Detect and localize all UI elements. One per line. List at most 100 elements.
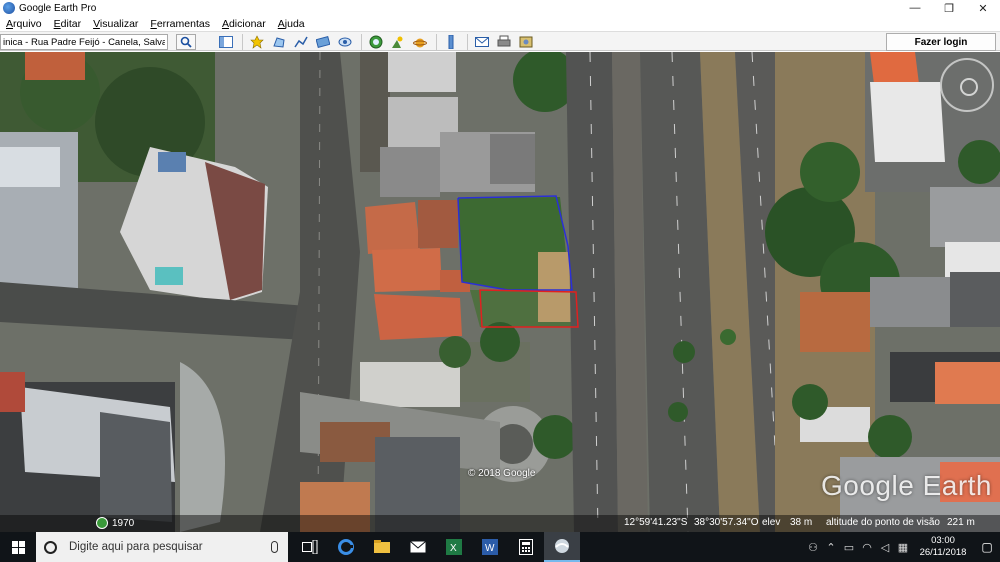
minimize-button[interactable]: — [898,0,932,16]
window-controls: — ❐ ✕ [898,0,1000,16]
elevation-label: elev [762,517,781,528]
map-copyright: © 2018 Google [468,468,536,479]
path-icon [294,36,308,48]
toolbar-separator [361,34,362,50]
show-hidden-icons-chevron-icon[interactable]: ⌃ [822,541,840,554]
ruler-button[interactable] [441,34,461,50]
imagery-date[interactable]: 1970 [96,517,134,529]
login-button[interactable]: Fazer login [886,33,996,51]
windows-taskbar: Digite aqui para pesquisar X W ⚇ ⌃ ▭ ◠ ◁… [0,532,1000,562]
mail-icon [410,541,426,553]
system-tray: ⚇ ⌃ ▭ ◠ ◁ ▦ 03:00 26/11/2018 ▢ [804,532,1000,562]
volume-icon[interactable]: ◁ [876,541,894,554]
cortana-icon [44,540,57,554]
add-placemark-button[interactable] [247,34,267,50]
menu-arquivo[interactable]: Arquivo [6,18,42,30]
latitude-readout: 12°59'41.23"S [624,517,688,528]
toolbar: Fazer login [0,31,1000,51]
google-earth-icon [555,539,569,553]
menu-bar: Arquivo Editar Visualizar Ferramentas Ad… [0,16,1000,31]
menu-editar[interactable]: Editar [54,18,81,30]
add-image-overlay-button[interactable] [313,34,333,50]
calculator-icon [519,539,533,555]
task-view-icon [302,540,318,554]
planet-icon [413,38,427,48]
keyboard-icon[interactable]: ▦ [894,541,912,554]
longitude-readout: 38°30'57.34"O [694,517,759,528]
menu-ferramentas[interactable]: Ferramentas [150,18,210,30]
excel-icon: X [446,539,462,555]
google-earth-logo: Google Earth [821,470,992,501]
email-icon [475,37,489,47]
search-icon [180,36,192,48]
task-view-button[interactable] [292,532,328,562]
people-icon[interactable]: ⚇ [804,541,822,554]
menu-adicionar[interactable]: Adicionar [222,18,266,30]
calculator-button[interactable] [508,532,544,562]
folder-icon [374,540,390,553]
clock-time: 03:00 [931,535,955,546]
close-button[interactable]: ✕ [966,0,1000,16]
title-bar: Google Earth Pro — ❐ ✕ [0,0,1000,16]
edge-button[interactable] [328,532,364,562]
windows-logo-icon [11,540,25,554]
toolbar-separator [467,34,468,50]
map-view[interactable]: © 2018 Google Google Earth 1970 12°59'41… [0,52,1000,532]
add-path-button[interactable] [291,34,311,50]
imagery-year: 1970 [112,517,135,529]
search-input[interactable] [0,34,168,50]
edge-icon [338,539,354,555]
placemark-icon [250,35,264,49]
window-title: Google Earth Pro [19,2,97,14]
ruler-icon [448,35,454,49]
toolbar-separator [436,34,437,50]
taskbar-apps: X W [292,532,580,562]
satellite-imagery[interactable] [0,52,1000,532]
google-earth-app-icon [3,2,15,14]
eye-altitude-label: altitude do ponto de visão [826,517,940,528]
excel-button[interactable]: X [436,532,472,562]
print-button[interactable] [494,34,514,50]
search-button[interactable] [176,34,196,50]
historical-imagery-button[interactable] [366,34,386,50]
planets-button[interactable] [410,34,430,50]
word-icon: W [482,539,498,555]
sidebar-icon [219,36,233,48]
elevation-readout: 38 m [790,517,813,528]
menu-ajuda[interactable]: Ajuda [278,18,305,30]
save-image-icon [519,36,533,48]
action-center-icon[interactable]: ▢ [974,540,1000,554]
taskbar-search[interactable]: Digite aqui para pesquisar [36,532,288,562]
word-button[interactable]: W [472,532,508,562]
eye-altitude-readout: 221 m [947,517,975,528]
record-tour-button[interactable] [335,34,355,50]
sidebar-toggle-button[interactable] [216,34,236,50]
clock-date: 26/11/2018 [919,547,967,558]
polygon-icon [273,37,285,48]
wifi-icon[interactable]: ◠ [858,541,876,554]
svg-text:X: X [450,543,457,554]
maximize-button[interactable]: ❐ [932,0,966,16]
tour-icon [338,37,352,47]
toolbar-separator [242,34,243,50]
add-polygon-button[interactable] [269,34,289,50]
image-overlay-icon [316,35,330,49]
mail-button[interactable] [400,532,436,562]
sunlight-button[interactable] [388,34,408,50]
email-button[interactable] [472,34,492,50]
sun-mountain-icon [392,36,403,48]
menu-visualizar[interactable]: Visualizar [93,18,138,30]
start-button[interactable] [0,532,36,562]
clock-globe-icon [369,35,383,49]
system-clock[interactable]: 03:00 26/11/2018 [912,535,974,559]
save-image-button[interactable] [516,34,536,50]
navigation-compass[interactable] [940,58,994,112]
google-earth-taskbar-button[interactable] [544,532,580,562]
svg-text:W: W [485,543,495,554]
taskbar-search-placeholder: Digite aqui para pesquisar [69,541,203,553]
file-explorer-button[interactable] [364,532,400,562]
print-icon [497,35,511,47]
microphone-icon[interactable] [271,541,278,553]
historical-clock-icon [96,517,108,529]
network-icon[interactable]: ▭ [840,541,858,554]
